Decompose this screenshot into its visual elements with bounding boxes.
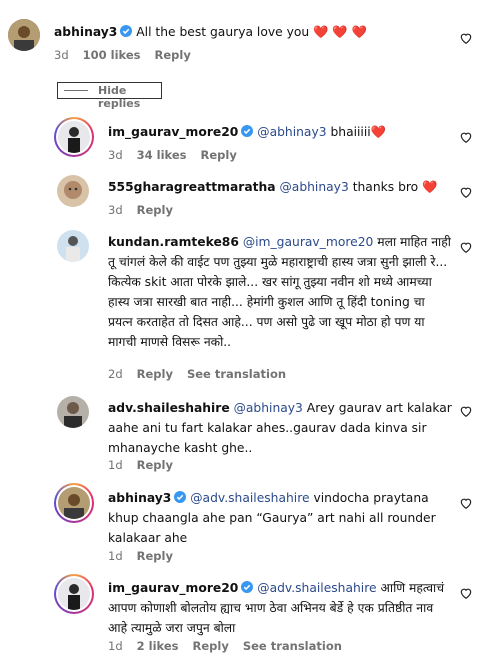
- username[interactable]: im_gaurav_more20: [108, 125, 238, 139]
- avatar[interactable]: [54, 574, 94, 614]
- reply-button[interactable]: Reply: [155, 48, 191, 62]
- mention-link[interactable]: @abhinay3: [279, 180, 348, 194]
- username[interactable]: abhinay3: [54, 25, 117, 39]
- like-count[interactable]: 34 likes: [137, 148, 187, 162]
- comment-text: im_gaurav_more20 @abhinay3 bhaiiiii❤️: [108, 125, 386, 139]
- comment-meta: 2d Reply See translation: [108, 367, 300, 381]
- like-heart-icon[interactable]: [459, 240, 473, 254]
- avatar[interactable]: [57, 230, 89, 262]
- avatar[interactable]: [8, 19, 40, 51]
- avatar[interactable]: [54, 117, 94, 157]
- see-translation-link[interactable]: See translation: [243, 639, 342, 653]
- timestamp: 1d: [108, 549, 123, 563]
- username[interactable]: 555gharagreattmaratha: [108, 180, 276, 194]
- like-heart-icon[interactable]: [459, 496, 473, 510]
- comment-text: abhinay3 All the best gaurya love you ❤️…: [54, 25, 367, 39]
- mention-link[interactable]: @adv.shaileshahire: [190, 491, 309, 505]
- heart-emoji: ❤️: [370, 125, 386, 139]
- comment-text: abhinay3 @adv.shaileshahire vindocha pra…: [108, 491, 436, 545]
- mention-link[interactable]: @im_gaurav_more20: [243, 235, 374, 249]
- comment-meta: 3d 100 likes Reply: [54, 48, 205, 62]
- reply-button[interactable]: Reply: [137, 203, 173, 217]
- reply-button[interactable]: Reply: [201, 148, 237, 162]
- like-heart-icon[interactable]: [459, 586, 473, 600]
- like-heart-icon[interactable]: [459, 130, 473, 144]
- reply-button[interactable]: Reply: [137, 549, 173, 563]
- verified-badge-icon: [241, 581, 254, 593]
- timestamp: 3d: [108, 203, 123, 217]
- avatar[interactable]: [57, 396, 89, 428]
- comment-text: kundan.ramteke86 @im_gaurav_more20 मला म…: [108, 235, 451, 349]
- hide-replies-button[interactable]: Hide replies: [57, 82, 162, 110]
- comment-text: adv.shaileshahire @abhinay3 Arey gaurav …: [108, 401, 452, 455]
- verified-badge-icon: [241, 125, 254, 137]
- heart-emoji: ❤️: [422, 180, 438, 194]
- like-heart-icon[interactable]: [459, 404, 473, 418]
- comment-meta: 1d Reply: [108, 549, 187, 563]
- avatar[interactable]: [57, 175, 89, 207]
- timestamp: 3d: [108, 148, 123, 162]
- comment-meta: 1d 2 likes Reply See translation: [108, 639, 356, 653]
- reply-button[interactable]: Reply: [193, 639, 229, 653]
- comment-meta: 1d Reply: [108, 458, 187, 472]
- comment-text: 555gharagreattmaratha @abhinay3 thanks b…: [108, 180, 438, 194]
- like-count[interactable]: 2 likes: [137, 639, 179, 653]
- divider: [64, 90, 88, 91]
- reply-button[interactable]: Reply: [137, 458, 173, 472]
- heart-emoji: ❤️ ❤️ ❤️: [313, 25, 367, 39]
- avatar[interactable]: [54, 483, 94, 523]
- like-heart-icon[interactable]: [459, 185, 473, 199]
- timestamp: 3d: [54, 48, 69, 62]
- mention-link[interactable]: @abhinay3: [234, 401, 303, 415]
- like-heart-icon[interactable]: [459, 31, 473, 45]
- comment-meta: 3d Reply: [108, 203, 187, 217]
- verified-badge-icon: [174, 491, 187, 503]
- mention-link[interactable]: @adv.shaileshahire: [257, 581, 376, 595]
- like-count[interactable]: 100 likes: [83, 48, 141, 62]
- username[interactable]: im_gaurav_more20: [108, 581, 238, 595]
- username[interactable]: abhinay3: [108, 491, 171, 505]
- verified-badge-icon: [120, 25, 133, 37]
- see-translation-link[interactable]: See translation: [187, 367, 286, 381]
- comment-meta: 3d 34 likes Reply: [108, 148, 251, 162]
- timestamp: 1d: [108, 458, 123, 472]
- reply-button[interactable]: Reply: [137, 367, 173, 381]
- comment-text: im_gaurav_more20 @adv.shaileshahire आणि …: [108, 581, 445, 635]
- mention-link[interactable]: @abhinay3: [257, 125, 326, 139]
- username[interactable]: adv.shaileshahire: [108, 401, 230, 415]
- username[interactable]: kundan.ramteke86: [108, 235, 239, 249]
- timestamp: 2d: [108, 367, 123, 381]
- timestamp: 1d: [108, 639, 123, 653]
